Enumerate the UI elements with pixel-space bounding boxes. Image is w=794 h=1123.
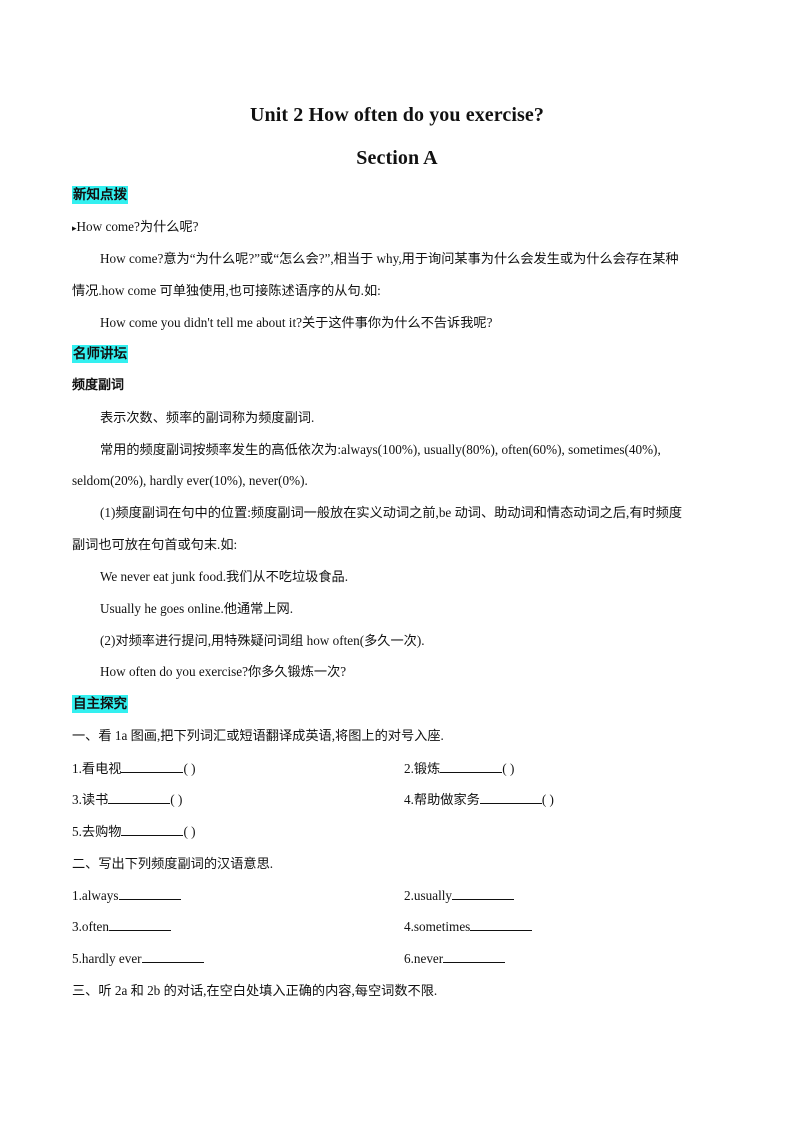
- q2-item: 4.sometimes: [404, 918, 533, 936]
- question-3-title: 三、听 2a 和 2b 的对话,在空白处填入正确的内容,每空词数不限.: [72, 983, 438, 998]
- rule-line: (2)对频率进行提问,用特殊疑问词组 how often(多久一次).: [100, 633, 425, 648]
- tag-label: 自主探究: [72, 695, 128, 713]
- answer-blank[interactable]: [108, 791, 171, 804]
- item-label: 4.帮助做家务: [404, 792, 480, 807]
- item-label: 5.去购物: [72, 824, 122, 839]
- answer-paren[interactable]: ( ): [183, 824, 195, 839]
- section-tag-new-knowledge: 新知点拨: [72, 186, 128, 204]
- q1-item: 1.看电视 ( ): [72, 760, 196, 778]
- item-label: 3.读书: [72, 792, 109, 807]
- example-sentence: How come you didn't tell me about it?关于这…: [100, 315, 493, 330]
- how-come-heading: ▸How come?为什么呢?: [72, 218, 198, 237]
- section-tag-self-study: 自主探究: [72, 695, 128, 713]
- answer-blank[interactable]: [118, 887, 181, 900]
- item-label: 3.often: [72, 919, 109, 934]
- answer-blank[interactable]: [443, 950, 506, 963]
- q2-item: 2.usually: [404, 887, 514, 905]
- item-label: 1.看电视: [72, 761, 122, 776]
- item-label: 2.锻炼: [404, 761, 441, 776]
- answer-paren[interactable]: ( ): [183, 761, 195, 776]
- section-tag-teacher: 名师讲坛: [72, 345, 128, 363]
- tag-label: 名师讲坛: [72, 345, 128, 363]
- heading-text: How come?为什么呢?: [76, 219, 199, 234]
- subheading-frequency-adverbs: 频度副词: [72, 378, 125, 393]
- q2-item: 6.never: [404, 950, 506, 968]
- answer-blank[interactable]: [141, 950, 204, 963]
- paragraph-line: How come?意为“为什么呢?”或“怎么会?”,相当于 why,用于询问某事…: [100, 251, 679, 266]
- section-title: Section A: [356, 147, 438, 169]
- definition-text: 表示次数、频率的副词称为频度副词.: [100, 410, 315, 425]
- answer-paren[interactable]: ( ): [542, 792, 554, 807]
- q1-item: 3.读书 ( ): [72, 791, 182, 809]
- item-label: 4.sometimes: [404, 919, 471, 934]
- question-1-title: 一、看 1a 图画,把下列词汇或短语翻译成英语,将图上的对号入座.: [72, 728, 444, 743]
- item-label: 6.never: [404, 951, 444, 966]
- rule-line: 副词也可放在句首或句末.如:: [72, 537, 238, 552]
- q2-item: 1.always: [72, 887, 181, 905]
- q1-item: 5.去购物 ( ): [72, 823, 196, 841]
- document-page: Unit 2 How often do you exercise? Sectio…: [0, 0, 794, 1123]
- answer-paren[interactable]: ( ): [502, 761, 514, 776]
- answer-blank[interactable]: [121, 823, 184, 836]
- q2-item: 5.hardly ever: [72, 950, 204, 968]
- item-label: 5.hardly ever: [72, 951, 142, 966]
- question-2-title: 二、写出下列频度副词的汉语意思.: [72, 856, 274, 871]
- answer-blank[interactable]: [440, 760, 503, 773]
- q1-item: 4.帮助做家务 ( ): [404, 791, 554, 809]
- paragraph-line: seldom(20%), hardly ever(10%), never(0%)…: [72, 473, 308, 488]
- example-sentence: How often do you exercise?你多久锻炼一次?: [100, 664, 347, 679]
- rule-line: (1)频度副词在句中的位置:频度副词一般放在实义动词之前,be 动词、助动词和情…: [100, 505, 683, 520]
- answer-blank[interactable]: [479, 791, 542, 804]
- tag-label: 新知点拨: [72, 186, 128, 204]
- paragraph-line: 常用的频度副词按频率发生的高低依次为:always(100%), usually…: [100, 442, 661, 457]
- paragraph-line: 情况.how come 可单独使用,也可接陈述语序的从句.如:: [72, 283, 381, 298]
- answer-blank[interactable]: [109, 918, 171, 931]
- answer-blank[interactable]: [470, 918, 533, 931]
- q1-item: 2.锻炼 ( ): [404, 760, 514, 778]
- item-label: 1.always: [72, 888, 119, 903]
- answer-paren[interactable]: ( ): [170, 792, 182, 807]
- answer-blank[interactable]: [452, 887, 514, 900]
- document-title: Unit 2 How often do you exercise?: [249, 104, 544, 126]
- example-sentence: We never eat junk food.我们从不吃垃圾食品.: [100, 569, 348, 584]
- answer-blank[interactable]: [121, 760, 184, 773]
- item-label: 2.usually: [404, 888, 452, 903]
- example-sentence: Usually he goes online.他通常上网.: [100, 601, 294, 616]
- q2-item: 3.often: [72, 918, 171, 936]
